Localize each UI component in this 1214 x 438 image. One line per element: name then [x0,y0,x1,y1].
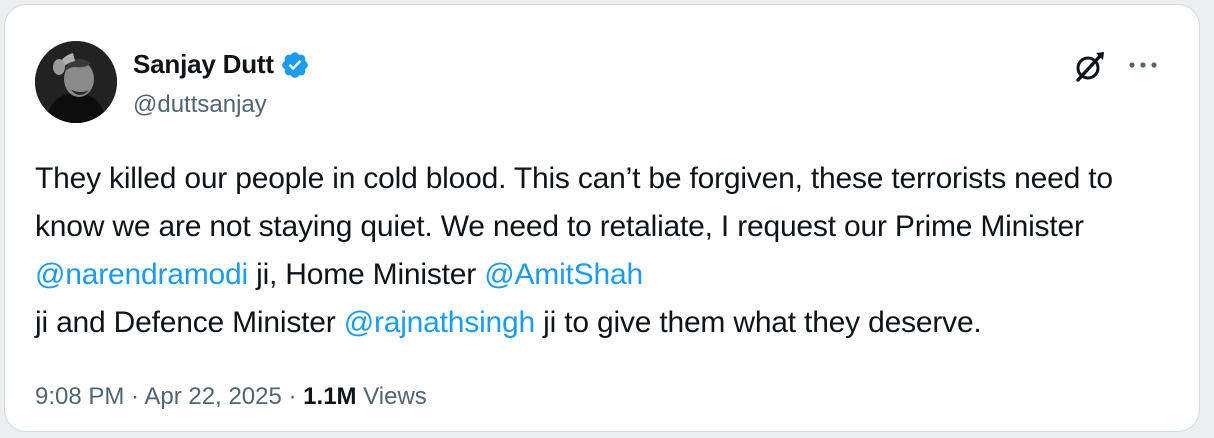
meta-separator: · [281,383,304,410]
grok-icon[interactable] [1071,49,1107,85]
tweet-text-segment: ji to give them what they deserve. [535,306,982,339]
meta-separator: · [124,383,145,410]
tweet-text-segment: They killed our people in cold blood. Th… [35,162,1113,243]
verified-badge-icon[interactable] [280,50,310,80]
mention-link-amitshah[interactable]: @AmitShah [484,258,643,291]
tweet-text-segment: ji, Home Minister [247,258,485,291]
views-label: Views [356,383,427,410]
tweet-text-segment: ji and Defence Minister [35,306,344,339]
author-name-row: Sanjay Dutt [133,49,310,80]
views-count[interactable]: 1.1M [303,383,356,410]
more-horizontal-icon[interactable] [1127,55,1159,75]
author-display-name[interactable]: Sanjay Dutt [133,49,274,80]
tweet-meta: 9:08 PM · Apr 22, 2025 · 1.1M Views [35,383,427,411]
avatar[interactable] [35,41,117,123]
mention-link-narendramodi[interactable]: @narendramodi [35,258,248,291]
author-handle[interactable]: @duttsanjay [133,91,267,119]
tweet-date[interactable]: Apr 22, 2025 [144,383,281,410]
tweet-card: Sanjay Dutt @duttsanjay They killed our … [4,4,1200,432]
tweet-time[interactable]: 9:08 PM [35,383,124,410]
tweet-text: They killed our people in cold blood. Th… [35,155,1185,347]
profile-photo-icon [35,41,117,123]
mention-link-rajnathsingh[interactable]: @rajnathsingh [344,306,536,339]
